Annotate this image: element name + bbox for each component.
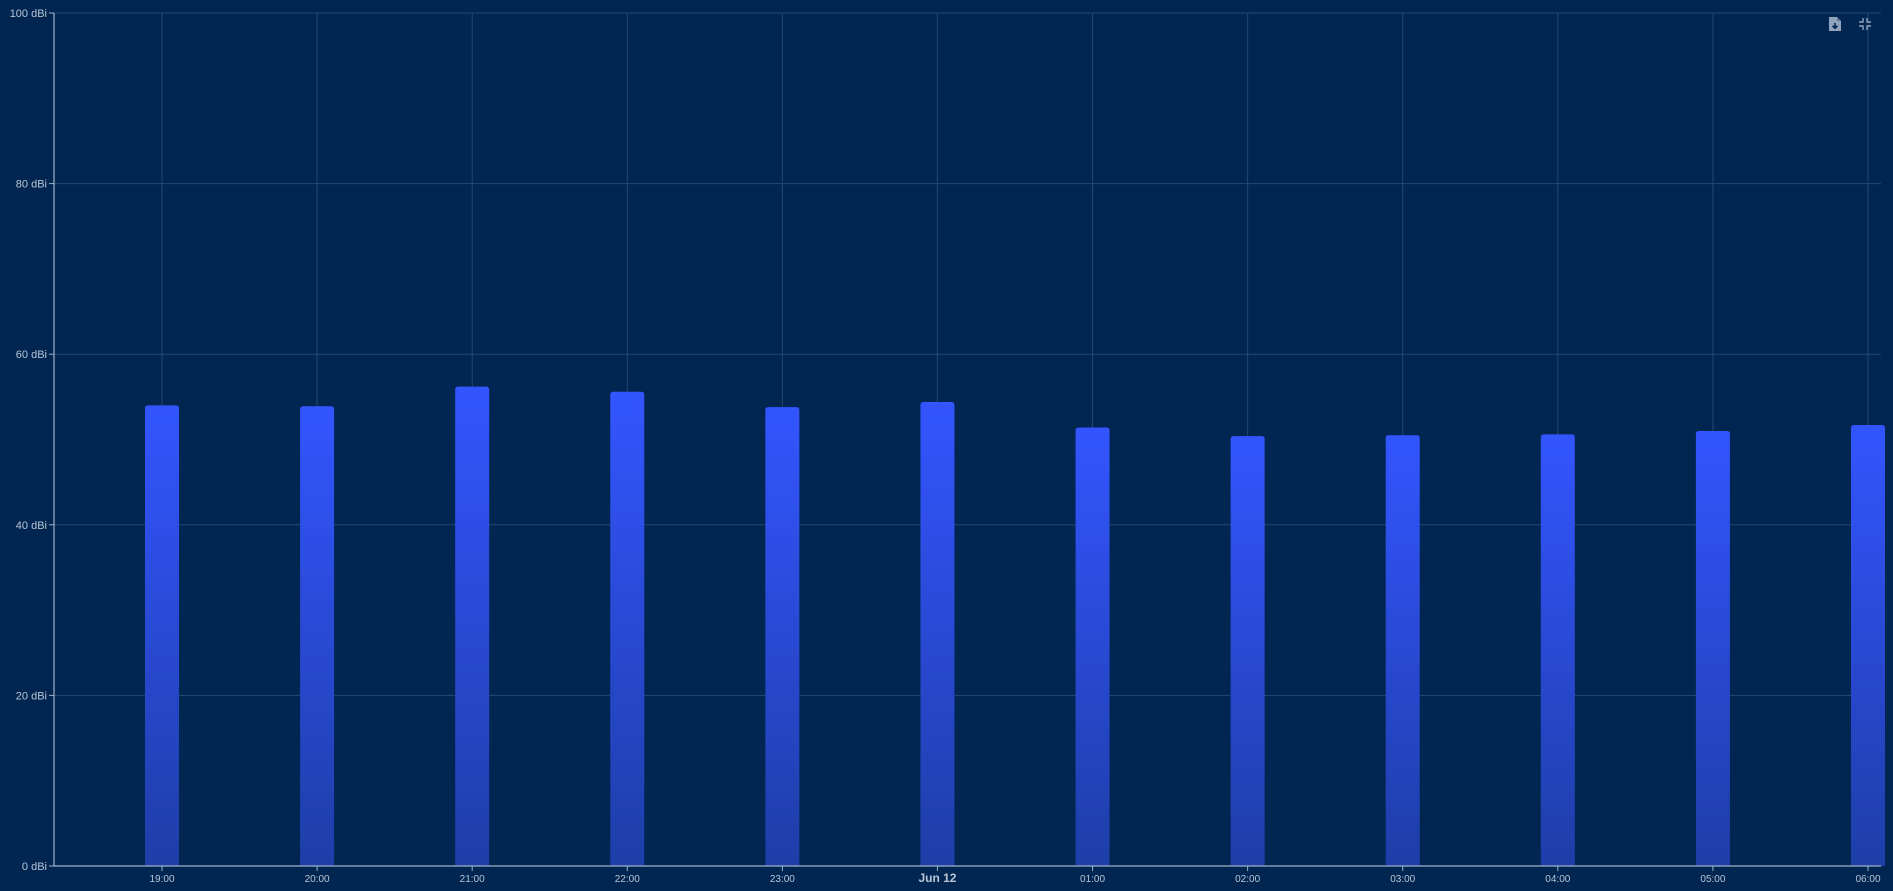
x-tick-label: 02:00 [1235,874,1260,885]
file-download-icon [1829,17,1841,31]
bars [145,386,1885,866]
bar[interactable] [1540,434,1575,866]
bar[interactable] [145,405,179,866]
export-button[interactable] [1827,15,1843,33]
bar[interactable] [300,406,335,866]
x-tick-label: 01:00 [1080,874,1105,885]
y-tick-label: 40 dBi [16,520,47,532]
x-tick-label: 05:00 [1700,874,1725,885]
y-tick-label: 60 dBi [16,349,47,361]
x-tick-label: 23:00 [770,874,795,885]
chart-container: 0 dBi 20 dBi 40 dBi 60 dBi 80 dBi 100 dBi 19:0… [0,0,1893,891]
chart-toolbar [1827,15,1873,33]
y-tick-label: 100 dBi [10,8,47,20]
x-tick-label: 03:00 [1390,874,1415,885]
bar[interactable] [1851,424,1885,866]
x-tick-label: 21:00 [460,874,485,885]
bar[interactable] [765,407,800,866]
collapse-icon [1859,18,1871,30]
bar-chart: 0 dBi 20 dBi 40 dBi 60 dBi 80 dBi 100 dBi 19:0… [10,8,1885,885]
x-tick-label: 19:00 [149,874,174,885]
bar[interactable] [610,391,645,866]
x-tick-label: Jun 12 [918,871,956,885]
collapse-button[interactable] [1857,15,1873,33]
x-tick-label: 04:00 [1545,874,1570,885]
y-tick-label: 0 dBi [22,861,47,873]
y-tick-label: 80 dBi [16,179,47,191]
bar[interactable] [1695,430,1730,866]
bar[interactable] [920,401,955,866]
x-tick-label: 06:00 [1855,874,1880,885]
bar[interactable] [1230,436,1265,866]
x-tick-label: 20:00 [305,874,330,885]
y-tick-label: 20 dBi [16,690,47,702]
bar[interactable] [1075,427,1110,866]
bar[interactable] [1385,435,1420,866]
bar[interactable] [455,386,490,866]
x-tick-label: 22:00 [615,874,640,885]
